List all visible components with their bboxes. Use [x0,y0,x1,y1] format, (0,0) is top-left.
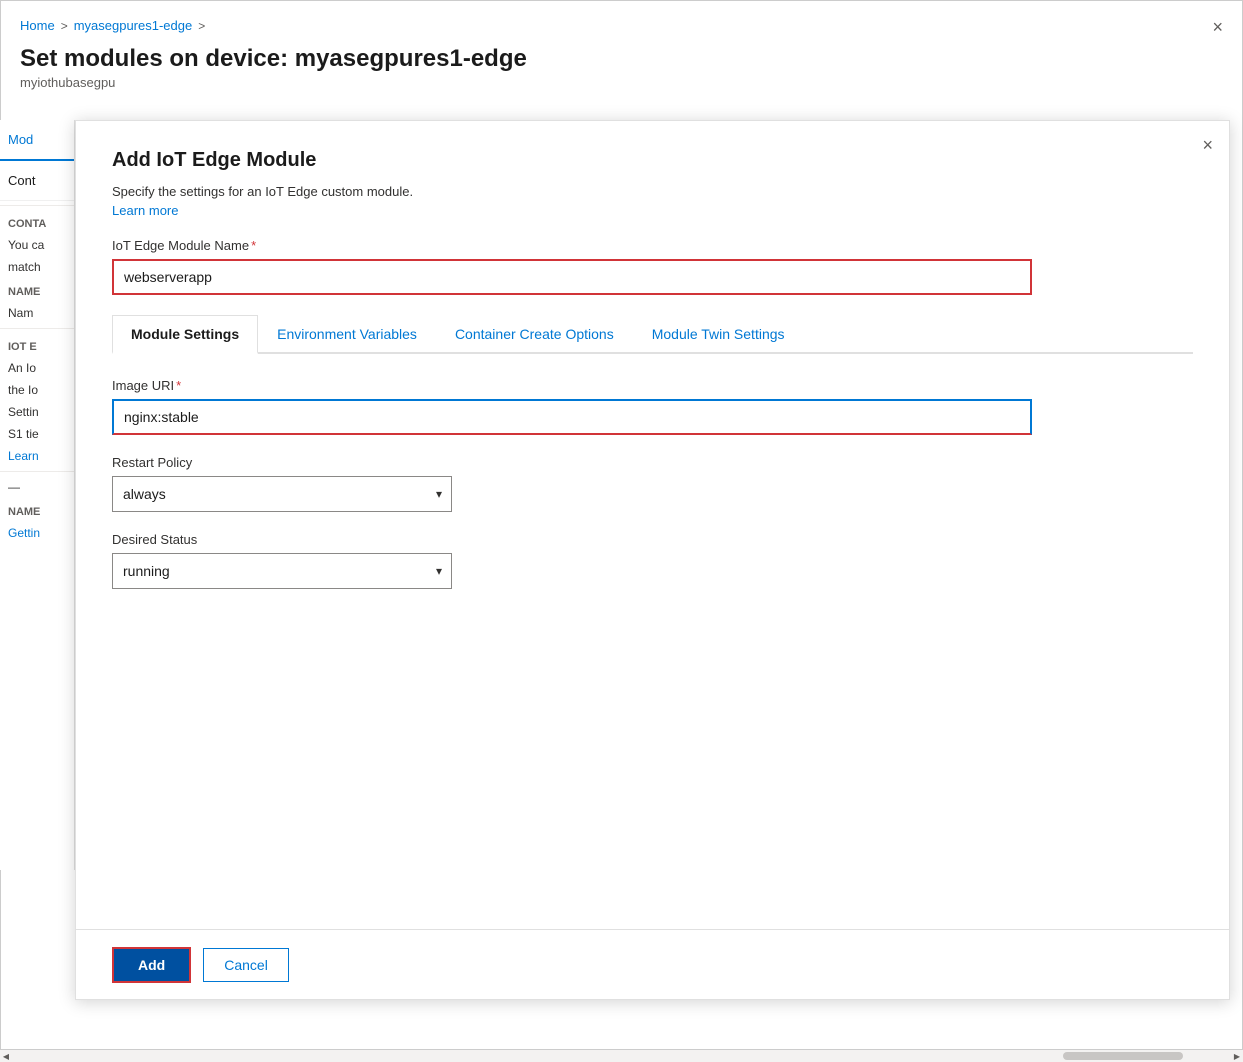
restart-policy-select-wrapper: always never on-failure on-unhealthy ▾ [112,476,452,512]
image-uri-group: Image URI* [112,378,1193,435]
sidebar-iot-desc2: the Io [0,379,74,401]
sidebar-iot-desc4: S1 tie [0,423,74,445]
tab-environment-variables[interactable]: Environment Variables [258,315,436,352]
modal-content: Add IoT Edge Module Specify the settings… [76,121,1229,637]
image-uri-input[interactable] [112,399,1032,435]
breadcrumb-home[interactable]: Home [20,18,55,33]
page-title-area: Set modules on device: myasegpures1-edge… [20,45,527,90]
scrollbar-left-arrow[interactable]: ◀ [0,1050,12,1062]
image-uri-label: Image URI* [112,378,1193,393]
module-name-label: IoT Edge Module Name* [112,238,1193,253]
modal-title: Add IoT Edge Module [112,149,1193,172]
modal-learn-more-link[interactable]: Learn more [112,203,1193,218]
modal-description: Specify the settings for an IoT Edge cus… [112,184,1193,199]
sidebar-name-placeholder: Nam [0,302,74,324]
sidebar-iot-label: IoT E [0,333,74,357]
horizontal-scrollbar[interactable]: ◀ ▶ [0,1049,1243,1061]
sidebar-learn-link[interactable]: Learn [0,445,74,467]
desired-status-group: Desired Status running stopped ▾ [112,532,1193,589]
sidebar-name-label: NAME [0,278,74,302]
breadcrumb: Home > myasegpures1-edge > [20,18,205,33]
tab-module-twin-settings[interactable]: Module Twin Settings [633,315,804,352]
modal-close-button[interactable]: × [1202,135,1213,156]
add-button[interactable]: Add [112,947,191,983]
sidebar-name-label2: NAME [0,498,74,522]
page-close-button[interactable]: × [1212,18,1223,36]
sidebar-getting-link[interactable]: Gettin [0,522,74,544]
breadcrumb-sep2: > [198,19,205,33]
module-name-group: IoT Edge Module Name* [112,238,1193,295]
module-name-required: * [251,238,256,253]
sidebar-item-container[interactable]: Cont [0,161,74,201]
cancel-button[interactable]: Cancel [203,948,289,982]
tab-bar: Module Settings Environment Variables Co… [112,315,1193,354]
page-subtitle: myiothubasegpu [20,75,527,90]
sidebar-iot-desc1: An Io [0,357,74,379]
restart-policy-label: Restart Policy [112,455,1193,470]
sidebar: Mod Cont Conta You ca match NAME Nam IoT… [0,120,75,870]
sidebar-desc2: match [0,256,74,278]
sidebar-section-conta: Conta [0,210,74,234]
sidebar-desc1: You ca [0,234,74,256]
sidebar-divider-dash: — [0,476,74,498]
restart-policy-group: Restart Policy always never on-failure o… [112,455,1193,512]
tab-container-create-options[interactable]: Container Create Options [436,315,633,352]
breadcrumb-sep1: > [61,19,68,33]
modal: × Add IoT Edge Module Specify the settin… [75,120,1230,1000]
tab-module-settings[interactable]: Module Settings [112,315,258,354]
action-bar: Add Cancel [76,929,1229,999]
page-title: Set modules on device: myasegpures1-edge [20,45,527,73]
image-uri-required: * [176,378,181,393]
restart-policy-select[interactable]: always never on-failure on-unhealthy [112,476,452,512]
sidebar-iot-desc3: Settin [0,401,74,423]
scrollbar-right-arrow[interactable]: ▶ [1231,1050,1243,1062]
scrollbar-thumb[interactable] [1063,1052,1183,1060]
module-name-input[interactable] [112,259,1032,295]
desired-status-label: Desired Status [112,532,1193,547]
breadcrumb-page[interactable]: myasegpures1-edge [74,18,193,33]
desired-status-select[interactable]: running stopped [112,553,452,589]
sidebar-item-modules[interactable]: Mod [0,120,74,161]
desired-status-select-wrapper: running stopped ▾ [112,553,452,589]
